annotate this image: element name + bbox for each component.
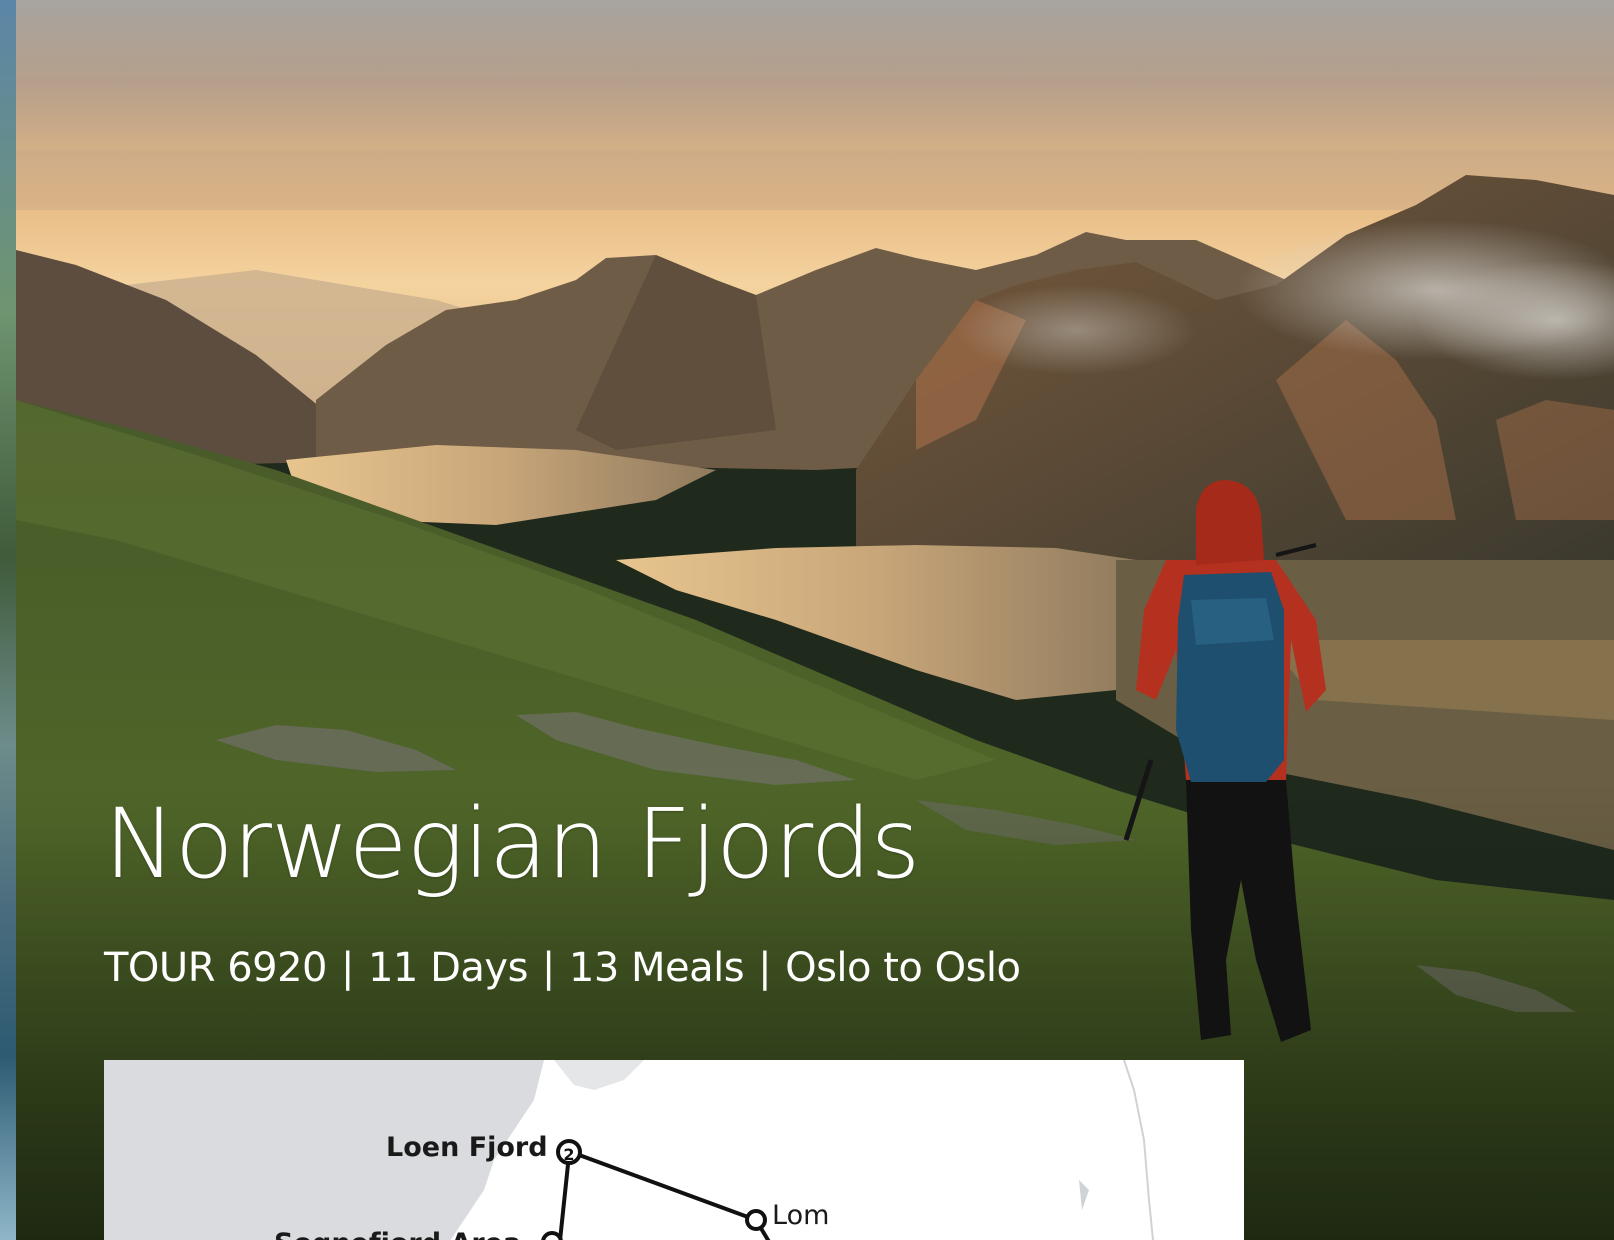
tour-route: Oslo to Oslo <box>785 945 1021 991</box>
separator: | <box>758 945 772 991</box>
map-marker <box>745 1209 767 1231</box>
map-label-lom: Lom <box>772 1200 830 1231</box>
fjord-landscape-image <box>16 0 1614 1240</box>
map-marker <box>541 1231 563 1240</box>
tour-number: TOUR 6920 <box>104 945 328 991</box>
route-map-graphic: 2 <box>104 1060 1244 1240</box>
adjacent-page-edge <box>0 0 16 1240</box>
separator: | <box>341 945 354 991</box>
map-label-loen-fjord: Loen Fjord <box>386 1132 548 1163</box>
map-marker-number: 2 <box>563 1145 574 1164</box>
tour-details: TOUR 6920 | 11 Days | 13 Meals | Oslo to Oslo <box>104 948 1021 988</box>
separator: | <box>541 945 555 991</box>
map-label-sognefjord-area: Sognefjord Area <box>274 1228 521 1240</box>
tour-duration: 11 Days <box>367 945 528 991</box>
hero-photo: Norwegian Fjords TOUR 6920 | 11 Days | 13 Me… <box>16 0 1614 1240</box>
tour-title: Norwegian Fjords <box>104 788 920 900</box>
tour-meals: 13 Meals <box>568 945 745 991</box>
route-map: 2 Loen Fjord Lom Sognefjord Area <box>104 1060 1244 1240</box>
